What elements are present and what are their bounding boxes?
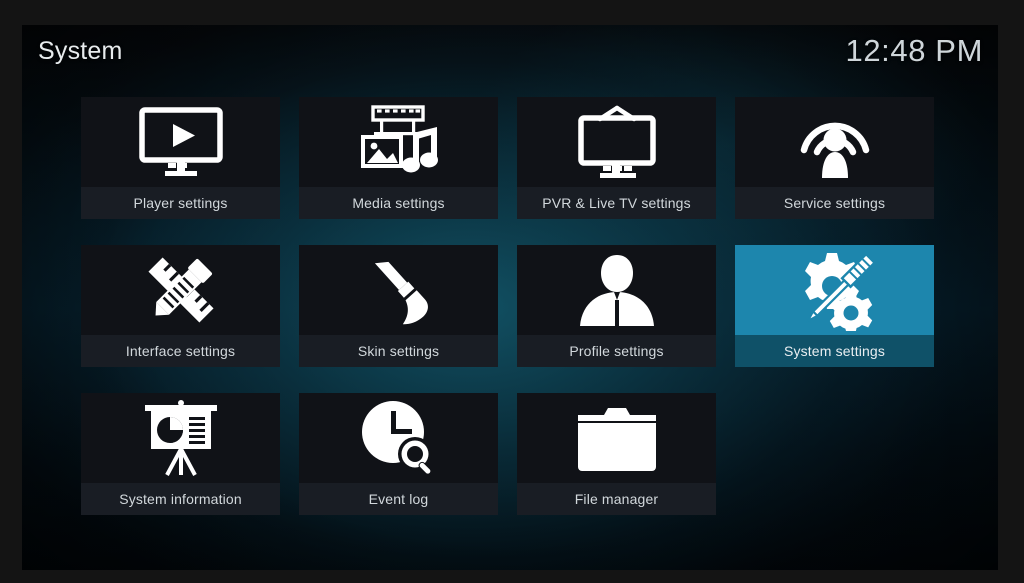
tile-skin-settings[interactable]: Skin settings [299, 245, 498, 367]
tile-label: PVR & Live TV settings [517, 187, 716, 219]
tile-profile-settings[interactable]: Profile settings [517, 245, 716, 367]
tile-label: Event log [299, 483, 498, 515]
tile-label: File manager [517, 483, 716, 515]
page-title: System [38, 37, 123, 65]
broadcast-person-icon [735, 97, 934, 187]
tile-label: Service settings [735, 187, 934, 219]
tile-player-settings[interactable]: Player settings [81, 97, 280, 219]
paintbrush-icon [299, 245, 498, 335]
tile-pvr-live-tv-settings[interactable]: PVR & Live TV settings [517, 97, 716, 219]
kodi-system-screen: System 12:48 PM Player settings Media se… [22, 25, 998, 570]
tv-antenna-icon [517, 97, 716, 187]
header-bar: System 12:48 PM [22, 25, 998, 89]
gear-screwdriver-icon [735, 245, 934, 335]
clock: 12:48 PM [845, 33, 983, 68]
presentation-chart-icon [81, 393, 280, 483]
tile-interface-settings[interactable]: Interface settings [81, 245, 280, 367]
tile-label: System information [81, 483, 280, 515]
tile-label: Skin settings [299, 335, 498, 367]
tile-label: System settings [735, 335, 934, 367]
tile-label: Player settings [81, 187, 280, 219]
settings-grid: Player settings Media settings PVR & Liv… [81, 97, 961, 515]
film-photo-music-icon [299, 97, 498, 187]
tile-label: Media settings [299, 187, 498, 219]
app-window: System 12:48 PM Player settings Media se… [0, 0, 1024, 583]
clock-search-icon [299, 393, 498, 483]
monitor-play-icon [81, 97, 280, 187]
tile-system-information[interactable]: System information [81, 393, 280, 515]
tile-media-settings[interactable]: Media settings [299, 97, 498, 219]
tile-label: Interface settings [81, 335, 280, 367]
tile-label: Profile settings [517, 335, 716, 367]
tile-system-settings[interactable]: System settings [735, 245, 934, 367]
folder-icon [517, 393, 716, 483]
tile-file-manager[interactable]: File manager [517, 393, 716, 515]
user-silhouette-icon [517, 245, 716, 335]
pencil-ruler-icon [81, 245, 280, 335]
tile-service-settings[interactable]: Service settings [735, 97, 934, 219]
tile-event-log[interactable]: Event log [299, 393, 498, 515]
